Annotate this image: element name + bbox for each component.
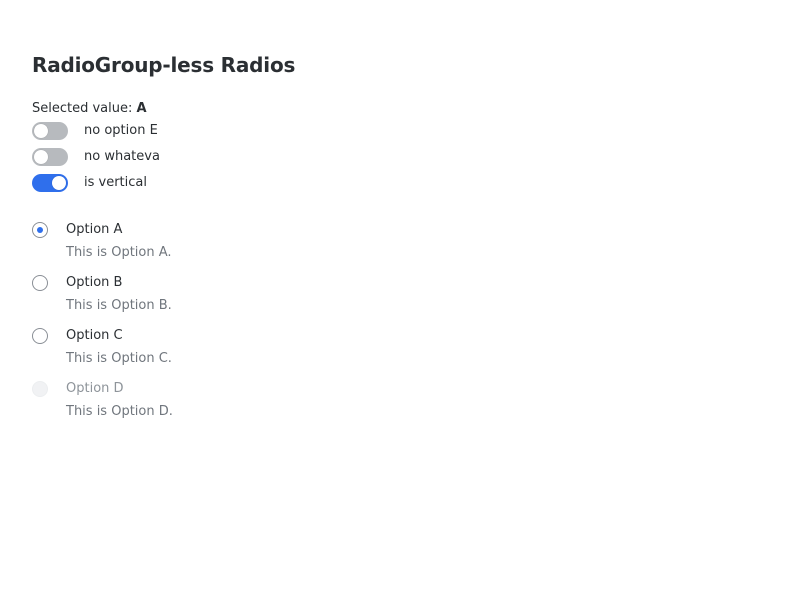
radio-description-option-a: This is Option A. (66, 245, 172, 260)
radio-option-d: Option D This is Option D. (32, 381, 432, 427)
toggle-switch-no-whateva[interactable] (32, 148, 68, 166)
radio-selected-dot (37, 227, 43, 233)
toggle-knob (34, 150, 48, 164)
toggle-row-no-option-e[interactable]: no option E (32, 122, 158, 140)
selected-value-row: Selected value: A (32, 100, 147, 118)
radio-button-option-a[interactable] (32, 222, 48, 238)
page-title: RadioGroup-less Radios (32, 53, 296, 77)
radio-label-option-b[interactable]: Option B (66, 274, 122, 292)
radio-button-option-c[interactable] (32, 328, 48, 344)
toggle-label-is-vertical: is vertical (84, 175, 147, 190)
radio-label-option-c[interactable]: Option C (66, 327, 123, 345)
radio-option-a[interactable]: Option A This is Option A. (32, 222, 432, 268)
toggle-switch-no-option-e[interactable] (32, 122, 68, 140)
toggle-row-is-vertical[interactable]: is vertical (32, 174, 147, 192)
selected-value-label: Selected value: (32, 101, 137, 116)
radio-label-option-d: Option D (66, 381, 124, 396)
radio-description-option-c: This is Option C. (66, 351, 172, 366)
radio-label-option-a[interactable]: Option A (66, 221, 122, 239)
toggle-label-no-option-e: no option E (84, 123, 158, 138)
selected-value: A (136, 101, 147, 116)
toggle-knob (34, 124, 48, 138)
radio-option-c[interactable]: Option C This is Option C. (32, 328, 432, 374)
radio-button-option-b[interactable] (32, 275, 48, 291)
radio-description-option-b: This is Option B. (66, 298, 172, 313)
toggle-knob (52, 176, 66, 190)
radio-option-b[interactable]: Option B This is Option B. (32, 275, 432, 321)
toggle-switch-is-vertical[interactable] (32, 174, 68, 192)
toggle-label-no-whateva: no whateva (84, 149, 160, 164)
radio-button-option-d (32, 381, 48, 397)
radio-description-option-d: This is Option D. (66, 404, 173, 419)
toggle-row-no-whateva[interactable]: no whateva (32, 148, 160, 166)
